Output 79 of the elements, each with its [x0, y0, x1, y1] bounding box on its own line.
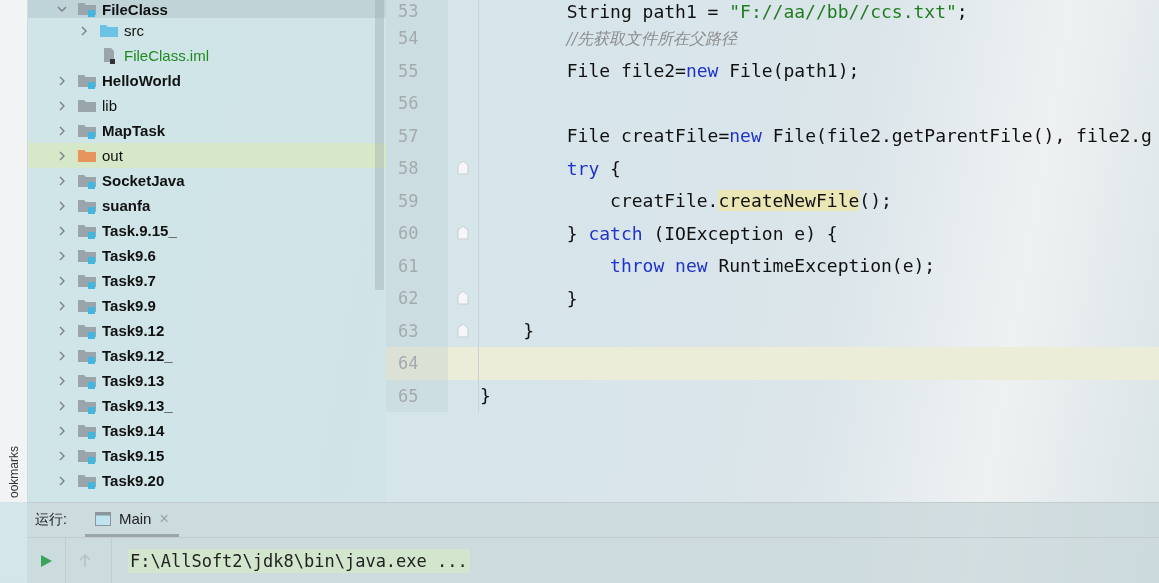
- tree-item[interactable]: Task9.6: [28, 243, 386, 268]
- module-folder-icon: [78, 347, 96, 364]
- tree-item[interactable]: FileClass: [28, 0, 386, 18]
- module-folder-icon: [78, 422, 96, 439]
- tree-item[interactable]: Task9.12_: [28, 343, 386, 368]
- folder-icon: [100, 22, 118, 39]
- module-folder-icon: [78, 297, 96, 314]
- fold-marker-icon[interactable]: [457, 226, 469, 241]
- tree-item[interactable]: HelloWorld: [28, 68, 386, 93]
- tree-item[interactable]: Task9.15: [28, 443, 386, 468]
- tree-item-label: Task9.15: [102, 447, 165, 464]
- tree-item[interactable]: Task9.13: [28, 368, 386, 393]
- code-line: try {: [565, 157, 621, 179]
- tree-item[interactable]: src: [28, 18, 386, 43]
- run-tab[interactable]: Main ×: [84, 503, 179, 537]
- fold-marker-icon[interactable]: [457, 161, 469, 176]
- run-panel-title: 运行:: [35, 511, 67, 529]
- module-folder-icon: [78, 272, 96, 289]
- tree-item-label: FileClass.iml: [124, 47, 209, 64]
- tree-item-label: MapTask: [102, 122, 166, 139]
- module-folder-icon: [78, 322, 96, 339]
- tree-item[interactable]: MapTask: [28, 118, 386, 143]
- tree-item-label: Task9.20: [102, 472, 165, 489]
- line-number: 64: [386, 347, 448, 380]
- code-line: File creatFile=new File(file2.getParentFile(), file2.g: [565, 125, 1152, 147]
- code-line: throw new RuntimeException(e);: [609, 255, 936, 277]
- tree-item-label: Task9.12: [102, 322, 165, 339]
- tree-item-label: Task9.13: [102, 372, 165, 389]
- tree-item-label: lib: [102, 97, 117, 114]
- tree-item-label: Task.9.15_: [102, 222, 177, 239]
- tree-item-label: HelloWorld: [102, 72, 181, 89]
- tree-item[interactable]: SocketJava: [28, 168, 386, 193]
- tree-item[interactable]: suanfa: [28, 193, 386, 218]
- tree-item-label: SocketJava: [102, 172, 185, 189]
- module-folder-icon: [78, 1, 96, 17]
- run-icon[interactable]: [39, 553, 53, 568]
- module-folder-icon: [78, 447, 96, 464]
- tree-item-label: Task9.13_: [102, 397, 173, 414]
- folder-icon: [78, 97, 96, 114]
- code-line: String path1 = "F://aa//bb//ccs.txt";: [565, 0, 968, 22]
- bookmarks-tab[interactable]: ookmarks: [6, 442, 21, 502]
- tree-item-label: suanfa: [102, 197, 151, 214]
- module-folder-icon: [78, 397, 96, 414]
- module-folder-icon: [78, 172, 96, 189]
- fold-marker-icon[interactable]: [457, 323, 469, 338]
- tree-item-label: Task9.12_: [102, 347, 173, 364]
- module-folder-icon: [78, 247, 96, 264]
- code-line: }: [522, 320, 535, 342]
- tree-item-label: Task9.6: [102, 247, 156, 264]
- tree-item[interactable]: Task9.13_: [28, 393, 386, 418]
- tree-item[interactable]: Task9.12: [28, 318, 386, 343]
- tree-item[interactable]: Task9.9: [28, 293, 386, 318]
- tree-item-label: src: [124, 22, 144, 39]
- module-folder-icon: [78, 72, 96, 89]
- code-line: } catch (IOException e) {: [565, 222, 838, 244]
- code-line: File file2=new File(path1);: [565, 60, 860, 82]
- module-folder-icon: [78, 197, 96, 214]
- module-folder-icon: [78, 372, 96, 389]
- tree-item-label: Task9.9: [102, 297, 156, 314]
- scrollbar[interactable]: [375, 0, 384, 290]
- fold-marker-icon[interactable]: [457, 291, 469, 306]
- tree-item-label: Task9.14: [102, 422, 165, 439]
- tree-item-label: FileClass: [102, 0, 168, 18]
- window-icon: [94, 511, 111, 526]
- tree-item[interactable]: lib: [28, 93, 386, 118]
- code-line: //先获取文件所在父路径: [564, 27, 738, 50]
- tree-item[interactable]: Task.9.15_: [28, 218, 386, 243]
- module-folder-icon: [78, 222, 96, 239]
- tree-item-label: out: [102, 147, 123, 164]
- code-line: }: [479, 385, 491, 407]
- tree-item[interactable]: Task9.7: [28, 268, 386, 293]
- folder-icon: [78, 147, 96, 164]
- module-folder-icon: [78, 472, 96, 489]
- code-line: }: [565, 287, 578, 309]
- module-folder-icon: [78, 122, 96, 139]
- tree-item-label: Task9.7: [102, 272, 156, 289]
- tree-item[interactable]: Task9.20: [28, 468, 386, 493]
- tree-item[interactable]: Task9.14: [28, 418, 386, 443]
- tree-item[interactable]: out: [28, 143, 386, 168]
